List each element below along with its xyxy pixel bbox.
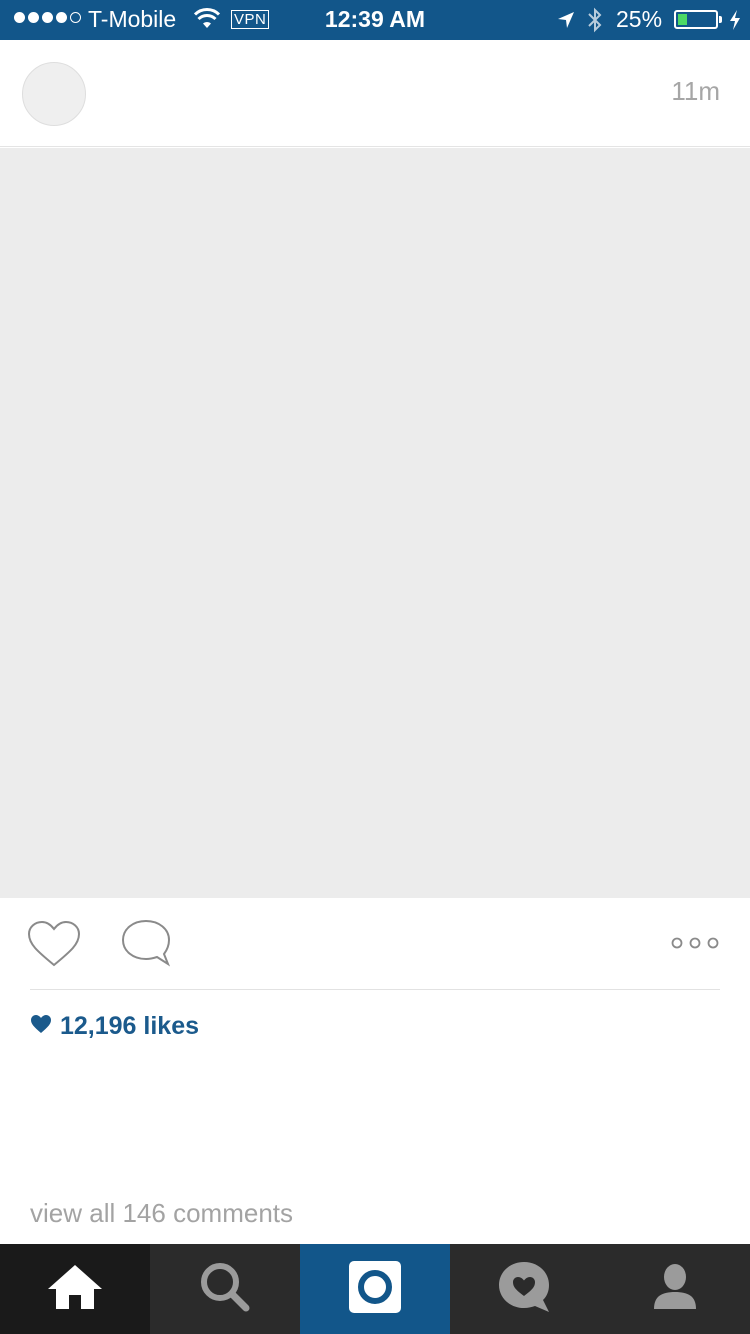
location-arrow-icon [556,9,576,36]
profile-icon [652,1263,698,1316]
bluetooth-icon [586,6,604,40]
tab-camera[interactable] [300,1244,450,1334]
likes-text: 12,196 likes [60,1012,200,1040]
post-actions [0,898,750,990]
like-heart-icon[interactable] [27,920,81,973]
tab-profile[interactable] [600,1244,750,1334]
battery-percent: 25% [616,6,663,32]
divider [30,989,720,990]
battery-icon [674,10,722,29]
search-icon [199,1261,251,1318]
tab-bar [0,1244,750,1334]
heart-bubble-icon [497,1260,553,1319]
tab-home[interactable] [0,1244,150,1334]
post-timestamp: 11m [671,76,720,106]
small-heart-icon [30,1012,52,1041]
more-options-icon[interactable] [670,936,720,955]
comment-bubble-icon[interactable] [120,918,172,973]
battery-fill [678,14,687,25]
post-header: 11m [0,40,750,147]
status-bar: T-Mobile VPN 12:39 AM 25% [0,0,750,40]
tab-activity[interactable] [450,1244,600,1334]
charging-bolt-icon [728,9,742,37]
home-icon [46,1263,104,1316]
likes-count[interactable]: 12,196 likes [30,1012,199,1041]
post-image[interactable] [0,148,750,898]
view-all-comments-link[interactable]: view all 146 comments [30,1198,293,1229]
tab-search[interactable] [150,1244,300,1334]
avatar[interactable] [22,62,86,126]
camera-icon [348,1260,402,1319]
